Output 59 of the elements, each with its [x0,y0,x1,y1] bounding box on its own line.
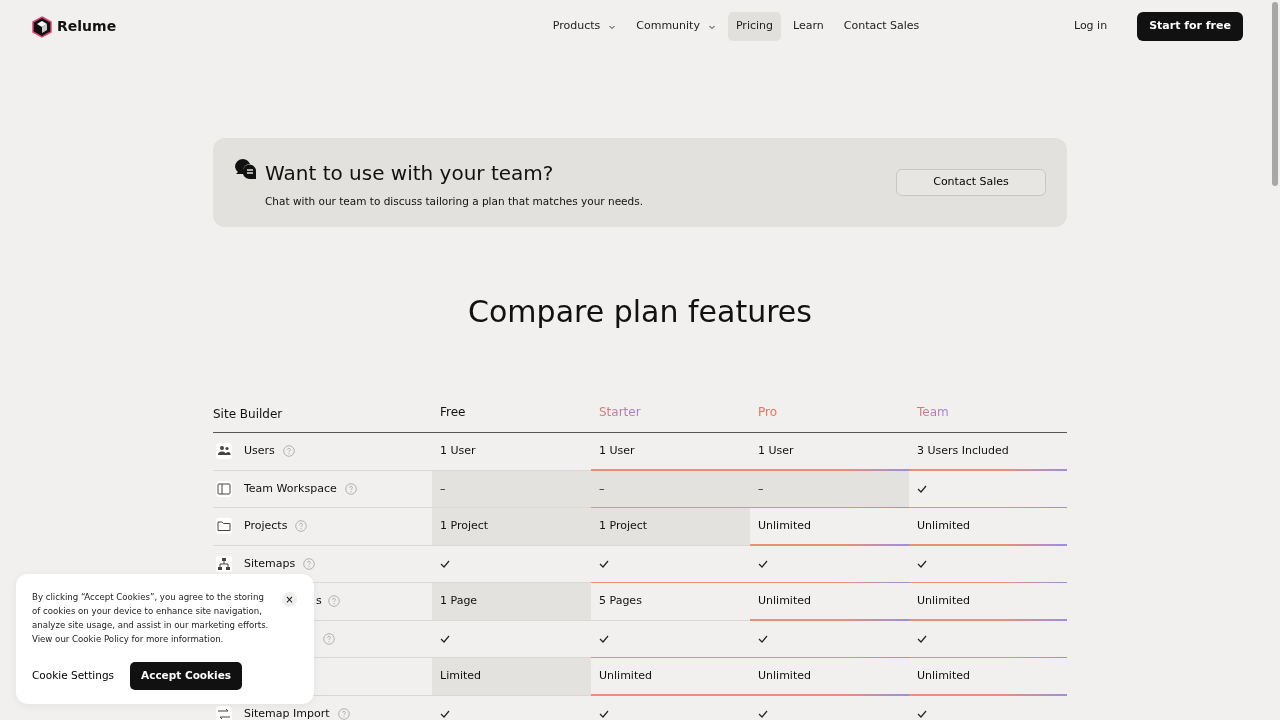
nav-link[interactable]: Pricing [727,12,781,41]
folder-icon [216,518,232,535]
feature-label: s [316,593,322,609]
plan-name: Pro [757,404,778,419]
cookie-text: By clicking “Accept Cookies”, you agree to the storing of cookies on your device to enhance site navigation, analyze site usage, and assist in our marketing efforts. View our Cookie Policy for more information. [32,591,270,646]
help-icon[interactable] [323,632,335,645]
sidebar-panel-icon [216,480,232,497]
sitemap-icon [216,555,232,572]
cell-value: Unlimited [758,668,811,684]
cell-value: 1 User [758,443,794,459]
nav-link[interactable]: Contact Sales [835,12,928,41]
banner-title: Want to use with your team? [265,160,555,187]
help-icon[interactable] [303,557,316,570]
nav-link[interactable]: Community [628,12,724,41]
cell-value: Unlimited [599,668,652,684]
chat-bubbles-icon [234,158,257,180]
feature-label: Users [244,443,275,459]
cell-value: – [440,480,446,497]
plan-name: Free [439,404,466,419]
help-icon[interactable] [344,482,357,495]
brand-name[interactable]: Relume [57,16,117,37]
section-title: Compare plan features [467,293,813,331]
cell-value: 1 Project [440,518,489,534]
nav-link[interactable]: Learn [785,12,832,41]
banner-text: Chat with our team to discuss tailoring a plan that matches your needs. [265,194,644,209]
cell-value: Limited [440,668,482,684]
cell-value: Unlimited [917,593,970,609]
feature-label: Sitemap Import [244,705,330,720]
nav-link[interactable]: Products [544,12,625,41]
cell-value: – [758,480,764,497]
users-icon [216,443,232,460]
cell-value: 1 Project [599,518,648,534]
cell-value: 1 User [599,443,635,459]
cell-value: Unlimited [758,518,811,534]
contact-sales-button[interactable]: Contact Sales [896,169,1046,196]
login-link[interactable]: Log in [1065,12,1116,41]
feature-label: Sitemaps [244,555,296,572]
cookie-settings-button[interactable]: Cookie Settings [32,668,115,684]
scrollbar-thumb[interactable] [1272,2,1278,186]
close-button[interactable]: × [282,592,297,607]
table-section-heading: Site Builder [213,406,284,423]
cell-value: Unlimited [917,518,970,534]
help-icon[interactable] [327,595,340,608]
cell-value: 5 Pages [599,593,642,609]
cell-value: Unlimited [758,593,811,609]
start-button[interactable]: Start for free [1137,12,1243,41]
cube-logo-icon[interactable] [31,15,53,38]
cell-value: – [599,480,605,497]
feature-label: Team Workspace [244,480,337,497]
cell-value: 3 Users Included [917,443,1009,459]
feature-label: Projects [244,518,288,534]
help-icon[interactable] [282,445,295,458]
help-icon[interactable] [295,520,308,533]
cell-value: 1 User [440,443,476,459]
cell-value: 1 Page [440,593,478,609]
help-icon[interactable] [337,707,350,720]
cell-value: Unlimited [917,668,970,684]
accept-cookies-button[interactable]: Accept Cookies [130,662,243,690]
swap-arrows-icon [216,705,232,720]
